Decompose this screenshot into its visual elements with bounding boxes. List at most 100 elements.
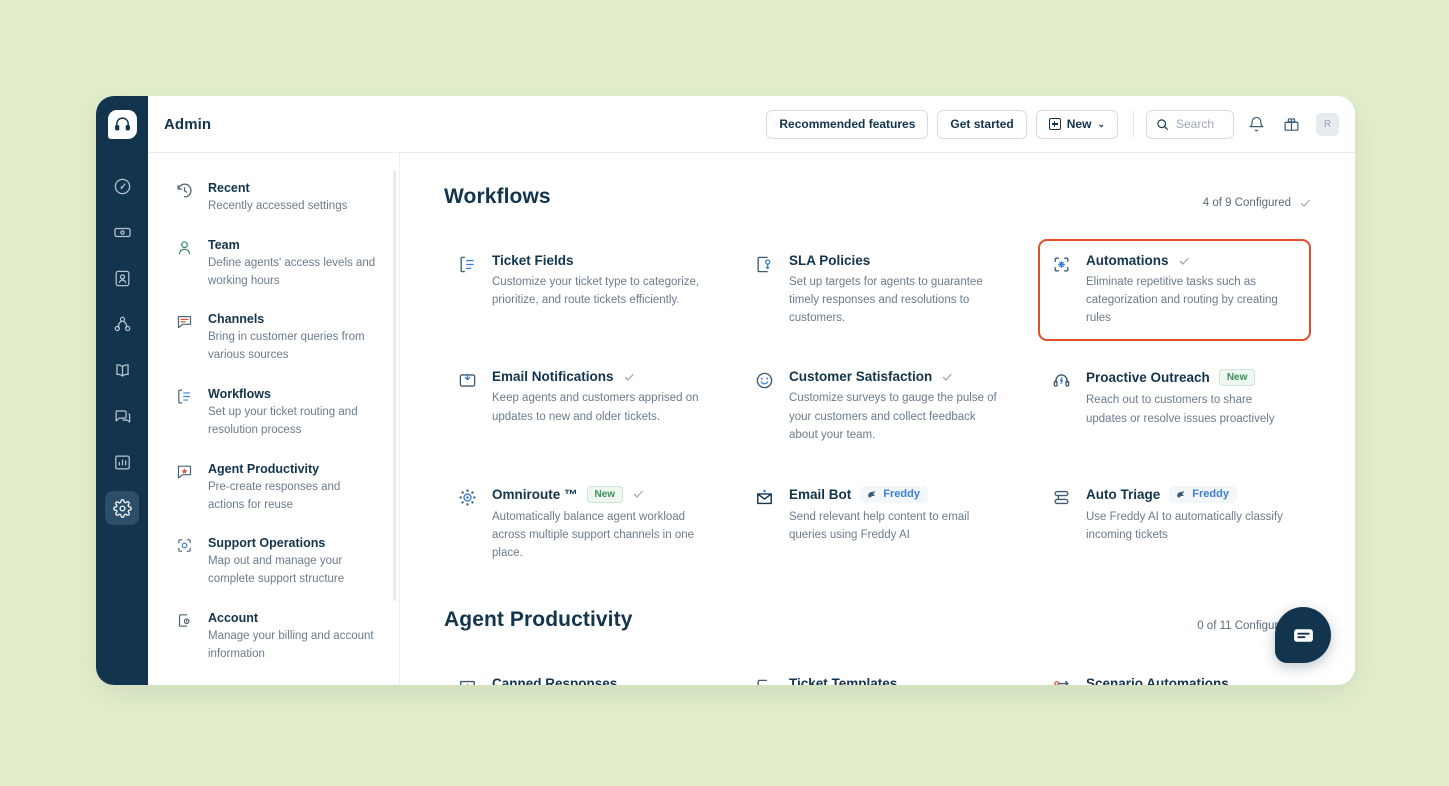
- canned-responses-icon: [458, 676, 479, 685]
- badge-freddy-label: Freddy: [883, 488, 920, 501]
- card-canned-responses[interactable]: Canned Responses Pre-create replies to q…: [444, 662, 717, 685]
- auto-triage-icon: [1052, 486, 1073, 507]
- card-desc: Set up targets for agents to guarantee t…: [789, 276, 983, 325]
- operations-icon: [176, 536, 195, 589]
- rail-item-analytics[interactable]: [105, 445, 139, 479]
- card-title: Email Bot: [789, 486, 852, 502]
- configured-check-icon: [1178, 255, 1190, 267]
- rail-item-solutions[interactable]: [105, 353, 139, 387]
- card-ticket-fields[interactable]: Ticket Fields Customize your ticket type…: [444, 239, 717, 341]
- chat-widget-button[interactable]: [1275, 607, 1331, 663]
- configured-check-icon: [632, 488, 644, 500]
- sidebar-item-account[interactable]: Account Manage your billing and account …: [176, 611, 377, 664]
- sidebar-item-desc: Recently accessed settings: [208, 200, 348, 212]
- section-title: Workflows: [444, 185, 551, 208]
- header-divider: [1133, 111, 1134, 137]
- card-desc: Reach out to customers to share updates …: [1086, 394, 1275, 425]
- notifications-bell-icon[interactable]: [1243, 111, 1269, 137]
- card-title: Customer Satisfaction: [789, 369, 933, 385]
- sidebar-item-desc: Bring in customer queries from various s…: [208, 331, 365, 362]
- card-title: SLA Policies: [789, 253, 871, 268]
- rail-item-admin-settings[interactable]: [105, 491, 139, 525]
- card-auto-triage[interactable]: Auto Triage Freddy Use Freddy AI to auto…: [1038, 472, 1311, 576]
- sidebar-item-workflows[interactable]: Workflows Set up your ticket routing and…: [176, 387, 377, 440]
- card-title: Ticket Templates: [789, 676, 898, 685]
- card-email-notifications[interactable]: Email Notifications Keep agents and cust…: [444, 355, 717, 457]
- card-title: Proactive Outreach: [1086, 370, 1210, 386]
- new-label: New: [1066, 117, 1092, 131]
- sidebar-item-title: Account: [208, 610, 258, 625]
- configured-check-icon: [941, 371, 953, 383]
- sidebar-item-desc: Set up your ticket routing and resolutio…: [208, 406, 358, 436]
- sidebar-item-title: Recent: [208, 181, 250, 195]
- satisfaction-icon: [755, 369, 776, 390]
- section-title: Agent Productivity: [444, 608, 633, 632]
- search-input[interactable]: Search: [1146, 109, 1234, 139]
- page-title: Admin: [164, 115, 212, 133]
- sidebar-item-recent[interactable]: Recent Recently accessed settings: [176, 181, 377, 216]
- email-bot-icon: [755, 486, 776, 507]
- settings-nav-scrollbar[interactable]: [393, 171, 396, 601]
- card-automations[interactable]: Automations Eliminate repetitive tasks s…: [1038, 239, 1311, 342]
- sidebar-item-desc: Pre-create responses and actions for reu…: [208, 480, 341, 511]
- badge-new: New: [586, 485, 624, 503]
- sidebar-item-desc: Map out and manage your complete support…: [208, 555, 345, 586]
- person-icon: [176, 238, 195, 291]
- get-started-label: Get started: [950, 117, 1014, 131]
- card-desc: Customize your ticket type to categorize…: [492, 276, 700, 307]
- automations-icon: [1052, 253, 1073, 274]
- get-started-button[interactable]: Get started: [937, 109, 1027, 139]
- card-title: Auto Triage: [1086, 486, 1161, 502]
- sidebar-item-channels[interactable]: Channels Bring in customer queries from …: [176, 312, 377, 365]
- section-agent-productivity: Agent Productivity 0 of 11 Configured Ca…: [444, 608, 1311, 685]
- ticket-templates-icon: [755, 676, 776, 685]
- card-ticket-templates[interactable]: Ticket Templates Allow agents to log new…: [741, 662, 1014, 685]
- freddy-bird-icon: [868, 490, 876, 498]
- search-placeholder-text: Search: [1176, 117, 1215, 131]
- sidebar-item-team[interactable]: Team Define agents' access levels and wo…: [176, 238, 377, 291]
- sidebar-item-title: Workflows: [208, 387, 271, 402]
- badge-freddy: Freddy: [860, 485, 928, 503]
- recommended-features-button[interactable]: Recommended features: [766, 109, 929, 139]
- account-icon: [176, 611, 195, 664]
- sidebar-item-title: Channels: [208, 312, 265, 327]
- gift-icon[interactable]: [1278, 111, 1304, 137]
- badge-freddy: Freddy: [1169, 485, 1237, 503]
- sidebar-item-support-operations[interactable]: Support Operations Map out and manage yo…: [176, 536, 377, 589]
- channels-icon: [176, 312, 195, 365]
- settings-nav: Recent Recently accessed settings Team D…: [148, 153, 400, 685]
- chat-bubble-icon: [1293, 628, 1313, 642]
- sidebar-item-agent-productivity[interactable]: Agent Productivity Pre-create responses …: [176, 462, 377, 515]
- card-desc: Automatically balance agent workload acr…: [492, 510, 695, 560]
- section-status-text: 4 of 9 Configured: [1202, 197, 1291, 209]
- card-email-bot[interactable]: Email Bot Freddy Send relevant help cont…: [741, 472, 1014, 576]
- freshdesk-logo-icon[interactable]: [107, 110, 137, 139]
- app-right-pane: Admin Recommended features Get started N…: [148, 96, 1355, 685]
- rail-item-dashboard[interactable]: [105, 169, 139, 203]
- chevron-collapse-icon: [1299, 197, 1311, 209]
- sidebar-item-title: Agent Productivity: [208, 461, 320, 476]
- card-customer-satisfaction[interactable]: Customer Satisfaction Customize surveys …: [741, 355, 1014, 457]
- rail-item-social[interactable]: [105, 307, 139, 341]
- card-sla-policies[interactable]: SLA Policies Set up targets for agents t…: [741, 239, 1014, 341]
- sla-policies-icon: [755, 253, 776, 274]
- proactive-outreach-icon: [1052, 369, 1073, 390]
- agent-productivity-card-grid: Canned Responses Pre-create replies to q…: [444, 662, 1311, 685]
- rail-item-tickets[interactable]: [105, 215, 139, 249]
- section-configured-status[interactable]: 4 of 9 Configured: [1203, 197, 1311, 209]
- workflows-card-grid: Ticket Fields Customize your ticket type…: [444, 239, 1311, 590]
- freddy-bird-icon: [1177, 490, 1185, 498]
- card-title: Omniroute ™: [492, 486, 578, 502]
- chevron-down-icon: ⌄: [1097, 118, 1105, 129]
- new-button[interactable]: New ⌄: [1035, 109, 1118, 139]
- card-scenario-automations[interactable]: Scenario Automations Perform a routine s…: [1038, 662, 1311, 685]
- avatar-initial: R: [1323, 118, 1332, 130]
- workflows-icon: [176, 387, 195, 440]
- card-proactive-outreach[interactable]: Proactive Outreach New Reach out to cust…: [1038, 355, 1311, 457]
- badge-freddy-label: Freddy: [1192, 488, 1229, 501]
- avatar[interactable]: R: [1316, 112, 1339, 136]
- rail-item-contacts[interactable]: [105, 261, 139, 295]
- card-omniroute[interactable]: Omniroute ™ New Automatically balance ag…: [444, 472, 717, 576]
- rail-item-chat[interactable]: [105, 399, 139, 433]
- card-title: Scenario Automations: [1086, 676, 1229, 685]
